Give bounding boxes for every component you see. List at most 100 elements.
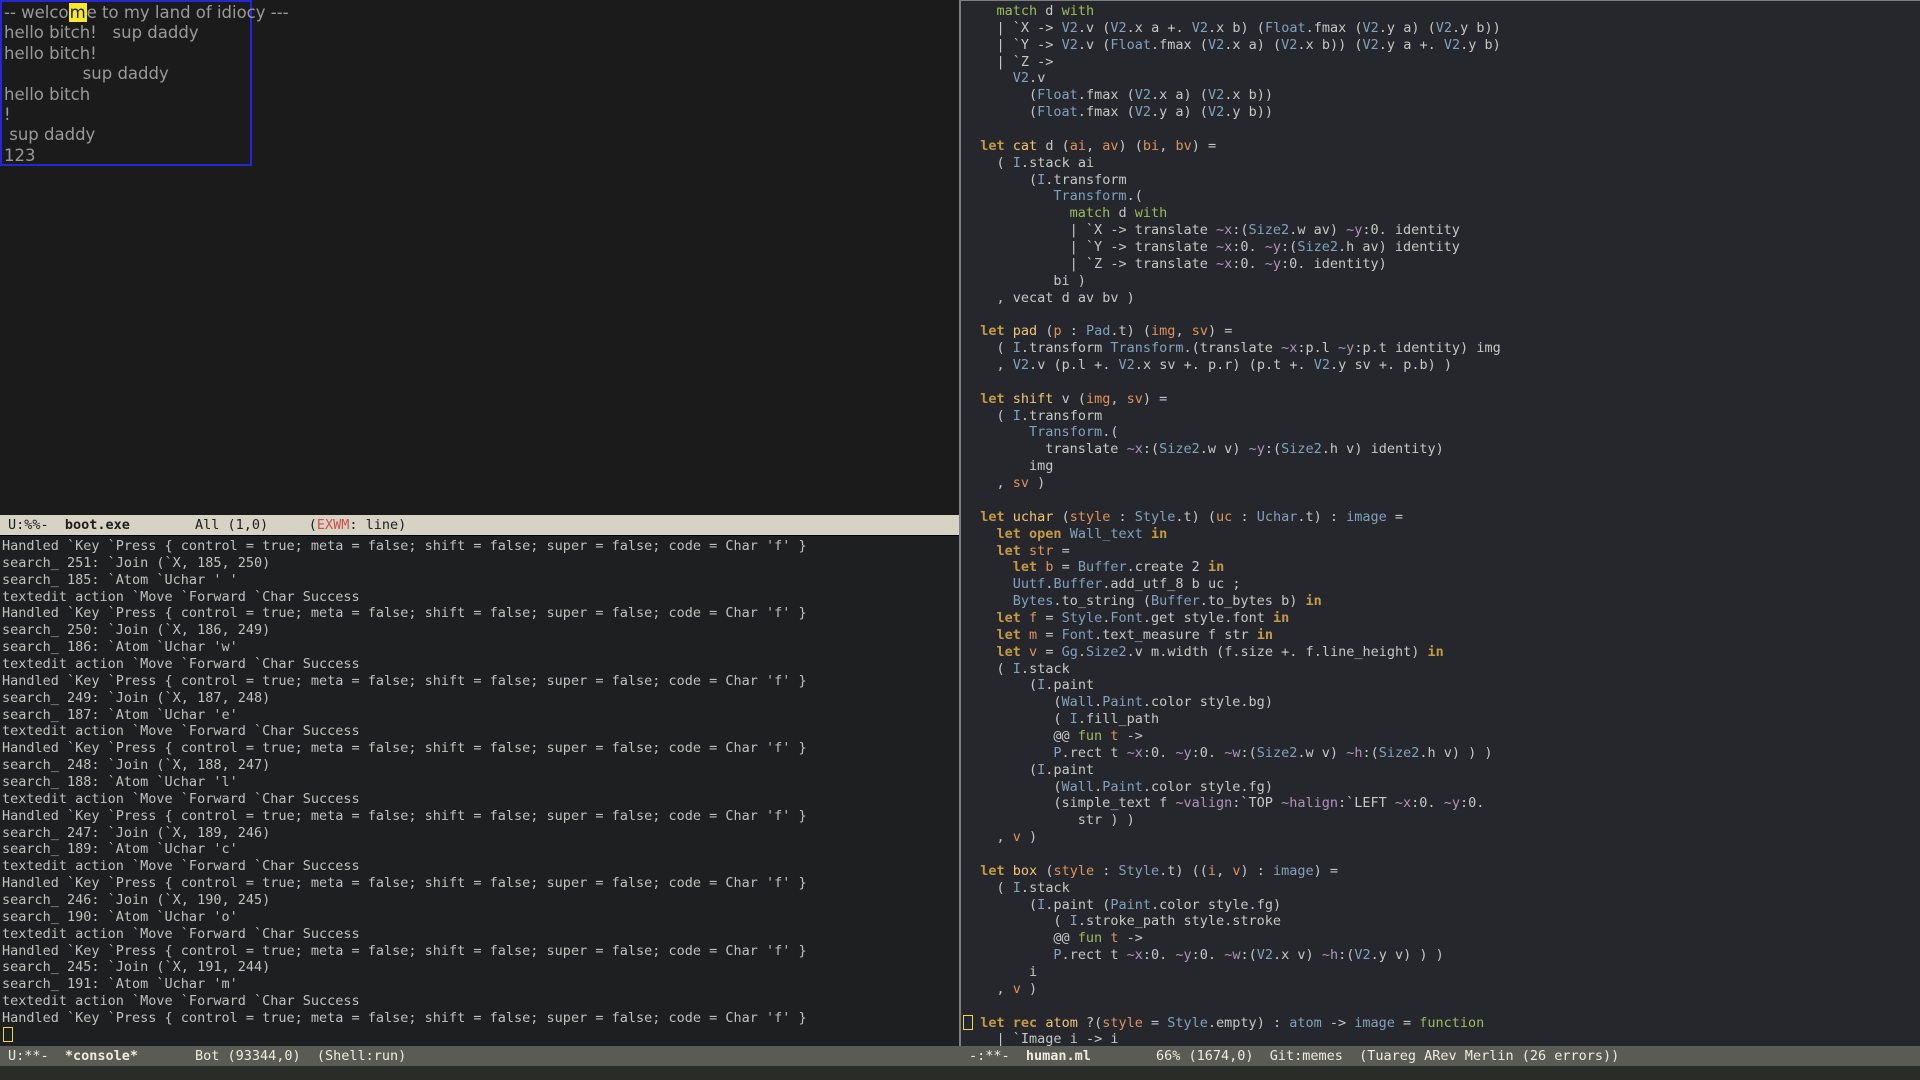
code-line: Uutf.Buffer.add_utf_8 b uc ;: [964, 576, 1920, 593]
code-line: (I.paint: [964, 762, 1920, 779]
code-line: let box (style : Style.t) ((i, v) : imag…: [964, 863, 1920, 880]
code-line: | `X -> V2.v (V2.x a +. V2.x b) (Float.f…: [964, 20, 1920, 37]
code-line: (Wall.Paint.color style.bg): [964, 694, 1920, 711]
code-line: [964, 306, 1920, 323]
console-log-line: Handled `Key `Press { control = true; me…: [2, 740, 959, 757]
code-line: ( I.stack ai: [964, 155, 1920, 172]
code-line: @@ fun t ->: [964, 728, 1920, 745]
console-log-line: search_ 189: `Atom `Uchar 'c': [2, 841, 959, 858]
modeline-segment: Bot (93344,0) (Shell:run): [138, 1048, 406, 1064]
demo-text-line: sup daddy: [4, 125, 250, 145]
code-line: str ) ): [964, 812, 1920, 829]
modeline-human-ml[interactable]: -:**- human.ml 66% (1674,0) Git:memes (T…: [961, 1046, 1920, 1066]
code-line: [964, 492, 1920, 509]
code-line: | `Y -> V2.v (Float.fmax (V2.x a) (V2.x …: [964, 37, 1920, 54]
code-line: img: [964, 458, 1920, 475]
code-line: Transform.(: [964, 188, 1920, 205]
editor-cursor: [963, 1015, 973, 1030]
console-log-line: search_ 249: `Join (`X, 187, 248): [2, 690, 959, 707]
console-log-line: Handled `Key `Press { control = true; me…: [2, 538, 959, 555]
modeline-console[interactable]: U:**- *console* Bot (93344,0) (Shell:run…: [0, 1046, 961, 1066]
code-line: | `Y -> translate ~x:0. ~y:(Size2.h av) …: [964, 239, 1920, 256]
code-line: @@ fun t ->: [964, 930, 1920, 947]
code-line: i: [964, 964, 1920, 981]
console-log-line: search_ 247: `Join (`X, 189, 246): [2, 825, 959, 842]
demo-text-line: !: [4, 105, 250, 125]
demo-text-line: -- welcome to my land of idiocy ---: [4, 3, 250, 23]
console-log-line: search_ 251: `Join (`X, 185, 250): [2, 555, 959, 572]
console-log-line: textedit action `Move `Forward `Char Suc…: [2, 589, 959, 606]
code-line: Bytes.to_string (Buffer.to_bytes b) in: [964, 593, 1920, 610]
code-line: , V2.v (p.l +. V2.x sv +. p.r) (p.t +. V…: [964, 357, 1920, 374]
console-log-line: textedit action `Move `Forward `Char Suc…: [2, 858, 959, 875]
code-line: let cat d (ai, av) (bi, bv) =: [964, 138, 1920, 155]
code-line: [964, 998, 1920, 1015]
code-line: , sv ): [964, 475, 1920, 492]
code-line: let f = Style.Font.get style.font in: [964, 610, 1920, 627]
code-line: [964, 846, 1920, 863]
console-log-line: search_ 185: `Atom `Uchar ' ': [2, 572, 959, 589]
boot-exe-window[interactable]: -- welcome to my land of idiocy ---hello…: [0, 0, 959, 515]
modeline-segment: -:**-: [969, 1048, 1026, 1064]
code-line: | `X -> translate ~x:(Size2.w av) ~y:0. …: [964, 222, 1920, 239]
code-line: match d with: [964, 3, 1920, 20]
code-line: (Float.fmax (V2.x a) (V2.x b)): [964, 87, 1920, 104]
console-log-line: textedit action `Move `Forward `Char Suc…: [2, 993, 959, 1010]
code-line: let b = Buffer.create 2 in: [964, 559, 1920, 576]
console-log-line: search_ 188: `Atom `Uchar 'l': [2, 774, 959, 791]
console-log-line: Handled `Key `Press { control = true; me…: [2, 943, 959, 960]
console-buffer[interactable]: Handled `Key `Press { control = true; me…: [0, 536, 959, 1046]
code-line: Transform.(: [964, 424, 1920, 441]
text-demo-box: -- welcome to my land of idiocy ---hello…: [0, 0, 252, 166]
console-log-line: search_ 190: `Atom `Uchar 'o': [2, 909, 959, 926]
code-line: ( I.stack: [964, 880, 1920, 897]
demo-text-line: hello bitch!: [4, 44, 250, 64]
console-log-line: Handled `Key `Press { control = true; me…: [2, 605, 959, 622]
code-line: let shift v (img, sv) =: [964, 391, 1920, 408]
exwm-frame: -- welcome to my land of idiocy ---hello…: [0, 0, 1920, 1080]
code-line: ( I.fill_path: [964, 711, 1920, 728]
console-log-line: search_ 248: `Join (`X, 188, 247): [2, 757, 959, 774]
code-line: , vecat d av bv ): [964, 290, 1920, 307]
code-editor-human-ml[interactable]: match d with | `X -> V2.v (V2.x a +. V2.…: [961, 1, 1920, 1046]
modeline-boot-exe[interactable]: U:%%- boot.exe All (1,0) (EXWM: line): [0, 515, 959, 535]
code-line: (Float.fmax (V2.y a) (V2.y b)): [964, 104, 1920, 121]
code-line: match d with: [964, 205, 1920, 222]
code-line: let rec atom ?(style = Style.empty) : at…: [964, 1015, 1920, 1032]
modeline-segment: All (1,0) (: [130, 517, 317, 533]
code-line: (simple_text f ~valign:`TOP ~halign:`LEF…: [964, 795, 1920, 812]
demo-text-line: 123: [4, 146, 250, 166]
code-line: V2.v: [964, 70, 1920, 87]
code-line: (I.transform: [964, 172, 1920, 189]
code-line: P.rect t ~x:0. ~y:0. ~w:(V2.x v) ~h:(V2.…: [964, 947, 1920, 964]
code-line: ( I.stack: [964, 661, 1920, 678]
console-log-line: textedit action `Move `Forward `Char Suc…: [2, 926, 959, 943]
code-line: let v = Gg.Size2.v m.width (f.size +. f.…: [964, 644, 1920, 661]
console-log-line: Handled `Key `Press { control = true; me…: [2, 673, 959, 690]
code-line: [964, 374, 1920, 391]
modeline-segment: : line): [349, 517, 406, 533]
code-line: translate ~x:(Size2.w v) ~y:(Size2.h v) …: [964, 441, 1920, 458]
code-line: P.rect t ~x:0. ~y:0. ~w:(Size2.w v) ~h:(…: [964, 745, 1920, 762]
code-line: | `Image i -> i: [964, 1031, 1920, 1046]
console-log-line: Handled `Key `Press { control = true; me…: [2, 875, 959, 892]
code-line: let m = Font.text_measure f str in: [964, 627, 1920, 644]
modeline-segment: U:**-: [8, 1048, 65, 1064]
console-log-line: search_ 186: `Atom `Uchar 'w': [2, 639, 959, 656]
code-line: bi ): [964, 273, 1920, 290]
code-line: ( I.transform Transform.(translate ~x:p.…: [964, 340, 1920, 357]
console-log-line: search_ 187: `Atom `Uchar 'e': [2, 707, 959, 724]
code-line: let open Wall_text in: [964, 526, 1920, 543]
console-log-line: search_ 246: `Join (`X, 190, 245): [2, 892, 959, 909]
code-line: ( I.transform: [964, 408, 1920, 425]
demo-text-line: hello bitch! sup daddy: [4, 23, 250, 43]
echo-area: [0, 1066, 1920, 1080]
demo-text-line: sup daddy: [4, 64, 250, 84]
console-log-line: search_ 245: `Join (`X, 191, 244): [2, 959, 959, 976]
code-line: | `Z -> translate ~x:0. ~y:0. identity): [964, 256, 1920, 273]
code-line: ( I.stroke_path style.stroke: [964, 913, 1920, 930]
code-line: let uchar (style : Style.t) (uc : Uchar.…: [964, 509, 1920, 526]
code-line: let pad (p : Pad.t) (img, sv) =: [964, 323, 1920, 340]
app-cursor: m: [69, 3, 87, 22]
modeline-segment: U:%%-: [8, 517, 65, 533]
